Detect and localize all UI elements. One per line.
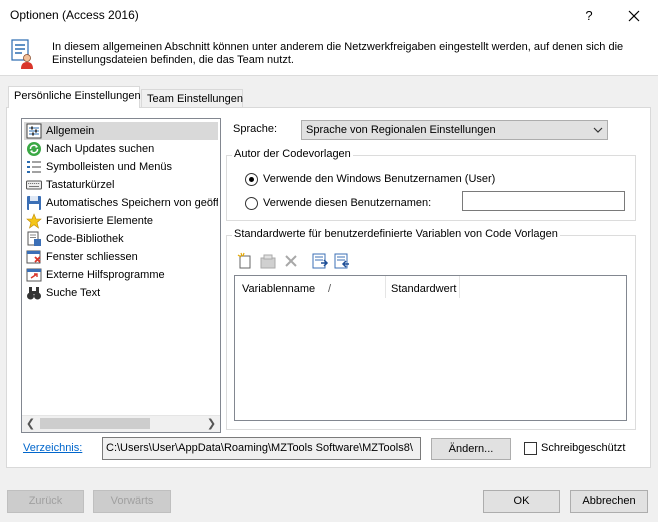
edit-item-icon[interactable] — [259, 252, 277, 270]
custom-username-input[interactable] — [462, 191, 625, 211]
list-item-label: Allgemein — [46, 125, 95, 137]
list-item-allgemein[interactable]: Allgemein — [24, 122, 218, 140]
radio-windows-username[interactable] — [245, 173, 258, 186]
autosave-icon — [27, 196, 41, 210]
category-list[interactable]: Allgemein Nach Updates suchen Symbolleis… — [21, 118, 221, 433]
update-icon — [27, 142, 41, 156]
scroll-thumb[interactable] — [40, 418, 150, 429]
header-description: In diesem allgemeinen Abschnitt können u… — [52, 41, 624, 66]
list-item-toolbars[interactable]: Symbolleisten und Menüs — [24, 158, 218, 176]
tab-personal-settings[interactable]: Persönliche Einstellungen — [8, 86, 141, 108]
author-group-title: Autor der Codevorlagen — [232, 148, 353, 160]
list-item-label: Symbolleisten und Menüs — [46, 161, 172, 173]
list-item-shortcuts[interactable]: Tastaturkürzel — [24, 176, 218, 194]
radio-custom-username-label: Verwende diesen Benutzernamen: — [263, 197, 432, 209]
list-item-external-tools[interactable]: Externe Hilfsprogramme — [24, 266, 218, 284]
directory-path-field[interactable]: C:\Users\User\AppData\Roaming\MZTools So… — [102, 437, 421, 460]
list-item-label: Code-Bibliothek — [46, 233, 124, 245]
radio-windows-username-label: Verwende den Windows Benutzernamen (User… — [263, 173, 496, 185]
star-icon — [26, 213, 42, 229]
keyboard-icon — [26, 180, 42, 190]
list-item-favorites[interactable]: Favorisierte Elemente — [24, 212, 218, 230]
column-header-default-value[interactable]: Standardwert — [391, 283, 456, 295]
list-item-label: Externe Hilfsprogramme — [46, 269, 165, 281]
directory-link[interactable]: Verzeichnis: — [23, 442, 82, 454]
radio-custom-username[interactable] — [245, 197, 258, 210]
export-icon[interactable] — [333, 252, 351, 270]
scroll-right-icon[interactable]: ❯ — [203, 416, 220, 432]
list-item-updates[interactable]: Nach Updates suchen — [24, 140, 218, 158]
list-item-label: Nach Updates suchen — [46, 143, 155, 155]
close-icon — [628, 10, 640, 22]
back-button[interactable]: Zurück — [7, 490, 84, 513]
readonly-checkbox[interactable] — [524, 442, 537, 455]
list-item-label: Suche Text — [46, 287, 101, 299]
list-item-label: Tastaturkürzel — [46, 179, 115, 191]
user-document-icon — [10, 38, 36, 70]
tab-team-settings[interactable]: Team Einstellungen — [141, 89, 243, 109]
list-item-code-library[interactable]: Code-Bibliothek — [24, 230, 218, 248]
ok-button[interactable]: OK — [483, 490, 560, 513]
variables-group-title: Standardwerte für benutzerdefinierte Var… — [232, 228, 560, 240]
close-button[interactable] — [618, 3, 650, 29]
list-item-label: Fenster schliessen — [46, 251, 138, 263]
scroll-left-icon[interactable]: ❮ — [22, 416, 39, 432]
toolbar-menu-icon — [27, 161, 41, 173]
import-icon[interactable] — [311, 252, 329, 270]
column-header-variable-name[interactable]: Variablenname — [242, 283, 315, 295]
column-separator[interactable] — [459, 276, 460, 298]
cancel-button[interactable]: Abbrechen — [570, 490, 648, 513]
readonly-label: Schreibgeschützt — [541, 442, 626, 454]
author-groupbox — [226, 155, 636, 221]
settings-icon — [26, 123, 42, 139]
sort-indicator: / — [328, 283, 332, 295]
window-title: Optionen (Access 2016) — [10, 8, 139, 22]
chevron-down-icon[interactable] — [590, 121, 606, 139]
list-item-search-text[interactable]: Suche Text — [24, 284, 218, 302]
close-window-icon — [26, 250, 41, 264]
delete-icon[interactable] — [282, 252, 300, 270]
change-directory-button[interactable]: Ändern... — [431, 438, 511, 460]
language-label: Sprache: — [233, 123, 278, 135]
language-select[interactable]: Sprache von Regionalen Einstellungen — [301, 120, 608, 140]
binoculars-icon — [27, 287, 41, 300]
code-library-icon — [27, 231, 41, 246]
help-button[interactable]: ? — [574, 3, 604, 29]
variables-grid[interactable] — [234, 275, 627, 421]
forward-button[interactable]: Vorwärts — [93, 490, 171, 513]
list-item-autosave[interactable]: Automatisches Speichern von geöffr — [24, 194, 218, 212]
external-tools-icon — [26, 268, 42, 282]
list-item-label: Automatisches Speichern von geöffr — [46, 197, 218, 209]
list-item-label: Favorisierte Elemente — [46, 215, 153, 227]
column-separator[interactable] — [385, 276, 386, 298]
list-item-close-windows[interactable]: Fenster schliessen — [24, 248, 218, 266]
new-item-icon[interactable] — [236, 252, 254, 270]
